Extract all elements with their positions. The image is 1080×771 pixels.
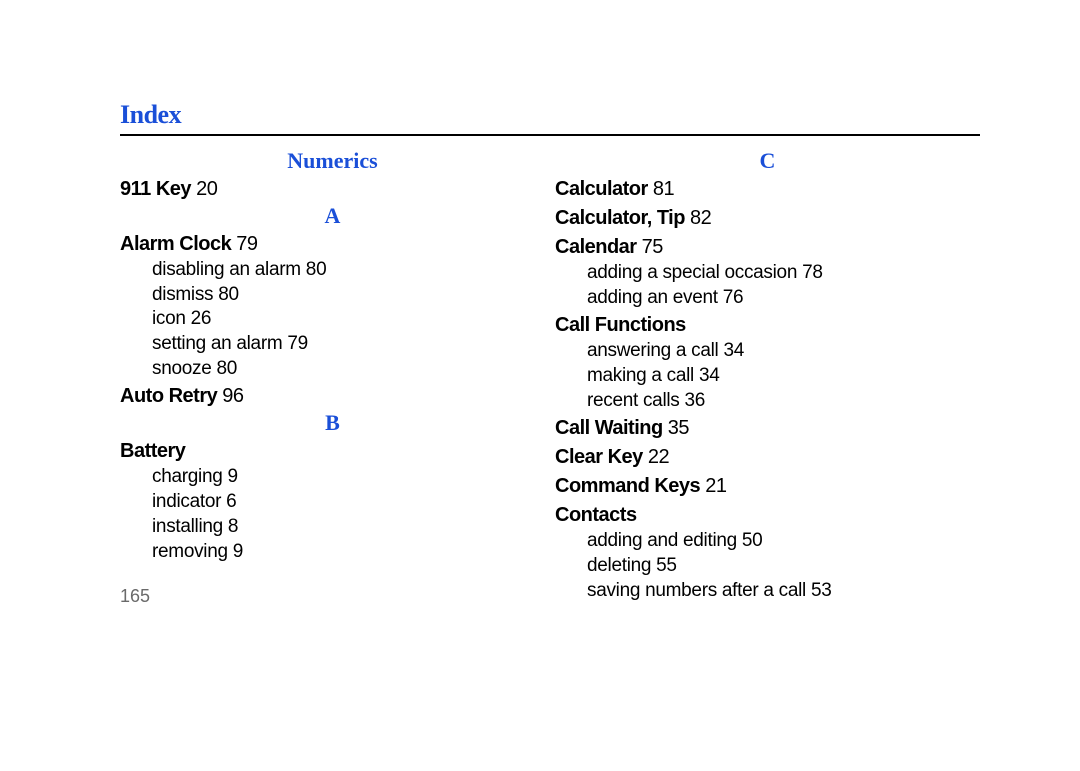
- sub-entry: recent calls 36: [587, 389, 980, 414]
- sub-label: recent calls: [587, 390, 680, 411]
- sub-entry: installing 8: [152, 515, 545, 540]
- sub-label: removing: [152, 541, 228, 562]
- entry-page: 22: [648, 446, 669, 468]
- sub-page: 9: [233, 541, 243, 562]
- sub-entry: adding a special occasion 78: [587, 261, 980, 286]
- entry-clear-key: Clear Key 22: [555, 444, 980, 471]
- entry-label: Calculator, Tip: [555, 207, 685, 229]
- sub-entry: adding an event 76: [587, 286, 980, 311]
- sub-entry: saving numbers after a call 53: [587, 579, 980, 604]
- entry-contacts: Contacts: [555, 502, 980, 529]
- sub-label: adding an event: [587, 287, 718, 308]
- sub-entry: deleting 55: [587, 554, 980, 579]
- entry-command-keys: Command Keys 21: [555, 473, 980, 500]
- section-b: B: [120, 410, 545, 436]
- sub-page: 9: [227, 466, 237, 487]
- sub-label: disabling an alarm: [152, 259, 301, 280]
- sub-entry: indicator 6: [152, 490, 545, 515]
- sub-page: 76: [723, 287, 744, 308]
- entry-page: 81: [653, 178, 674, 200]
- entry-call-waiting: Call Waiting 35: [555, 415, 980, 442]
- entry-page: 21: [705, 475, 726, 497]
- sub-page: 80: [306, 259, 327, 280]
- sub-page: 34: [723, 340, 744, 361]
- sub-page: 53: [811, 580, 832, 601]
- sub-page: 26: [191, 308, 212, 329]
- entry-calculator: Calculator 81: [555, 176, 980, 203]
- sub-page: 80: [218, 284, 239, 305]
- sub-label: icon: [152, 308, 186, 329]
- sub-label: charging: [152, 466, 222, 487]
- entry-label: Calendar: [555, 236, 637, 258]
- entry-page: 96: [222, 385, 243, 407]
- entry-label: Calculator: [555, 178, 648, 200]
- entry-battery: Battery: [120, 438, 545, 465]
- entry-calendar: Calendar 75: [555, 234, 980, 261]
- sub-entry: adding and editing 50: [587, 529, 980, 554]
- sub-label: adding and editing: [587, 530, 737, 551]
- sub-entry: dismiss 80: [152, 283, 545, 308]
- entry-page: 20: [196, 178, 217, 200]
- sub-entry: charging 9: [152, 465, 545, 490]
- sub-entry: removing 9: [152, 540, 545, 565]
- sub-page: 8: [228, 516, 238, 537]
- entry-page: 82: [690, 207, 711, 229]
- entry-label: Battery: [120, 440, 185, 462]
- section-numerics: Numerics: [120, 148, 545, 174]
- sub-entry: snooze 80: [152, 357, 545, 382]
- sub-label: indicator: [152, 491, 221, 512]
- sub-label: answering a call: [587, 340, 718, 361]
- entry-label: Call Waiting: [555, 417, 663, 439]
- entry-label: Call Functions: [555, 314, 686, 336]
- entry-label: Command Keys: [555, 475, 700, 497]
- entry-page: 79: [236, 233, 257, 255]
- sub-label: making a call: [587, 365, 694, 386]
- entry-alarm-clock: Alarm Clock 79: [120, 231, 545, 258]
- sub-page: 50: [742, 530, 763, 551]
- sub-label: saving numbers after a call: [587, 580, 806, 601]
- title-rule: [120, 134, 980, 136]
- sub-label: snooze: [152, 358, 211, 379]
- sub-entry: setting an alarm 79: [152, 332, 545, 357]
- entry-calculator-tip: Calculator, Tip 82: [555, 205, 980, 232]
- sub-entry: icon 26: [152, 307, 545, 332]
- sub-label: installing: [152, 516, 223, 537]
- index-page: Index Numerics 911 Key 20 A Alarm Clock …: [0, 0, 1080, 607]
- sub-label: setting an alarm: [152, 333, 282, 354]
- sub-page: 36: [684, 390, 705, 411]
- sub-label: deleting: [587, 555, 651, 576]
- sub-page: 6: [226, 491, 236, 512]
- sub-page: 34: [699, 365, 720, 386]
- sub-page: 55: [656, 555, 677, 576]
- entry-label: Clear Key: [555, 446, 643, 468]
- entry-label: 911 Key: [120, 178, 191, 200]
- sub-page: 80: [216, 358, 237, 379]
- entry-911-key: 911 Key 20: [120, 176, 545, 203]
- sub-label: adding a special occasion: [587, 262, 797, 283]
- right-column: C Calculator 81 Calculator, Tip 82 Calen…: [555, 148, 980, 607]
- entry-label: Alarm Clock: [120, 233, 231, 255]
- left-column: Numerics 911 Key 20 A Alarm Clock 79 dis…: [120, 148, 545, 607]
- sub-page: 78: [802, 262, 823, 283]
- page-number: 165: [120, 586, 545, 607]
- entry-call-functions: Call Functions: [555, 312, 980, 339]
- entry-page: 75: [642, 236, 663, 258]
- page-title: Index: [120, 100, 980, 130]
- sub-entry: answering a call 34: [587, 339, 980, 364]
- entry-label: Auto Retry: [120, 385, 217, 407]
- section-c: C: [555, 148, 980, 174]
- index-columns: Numerics 911 Key 20 A Alarm Clock 79 dis…: [120, 148, 980, 607]
- section-a: A: [120, 203, 545, 229]
- entry-label: Contacts: [555, 504, 637, 526]
- entry-auto-retry: Auto Retry 96: [120, 383, 545, 410]
- sub-label: dismiss: [152, 284, 213, 305]
- sub-entry: disabling an alarm 80: [152, 258, 545, 283]
- entry-page: 35: [668, 417, 689, 439]
- sub-page: 79: [287, 333, 308, 354]
- sub-entry: making a call 34: [587, 364, 980, 389]
